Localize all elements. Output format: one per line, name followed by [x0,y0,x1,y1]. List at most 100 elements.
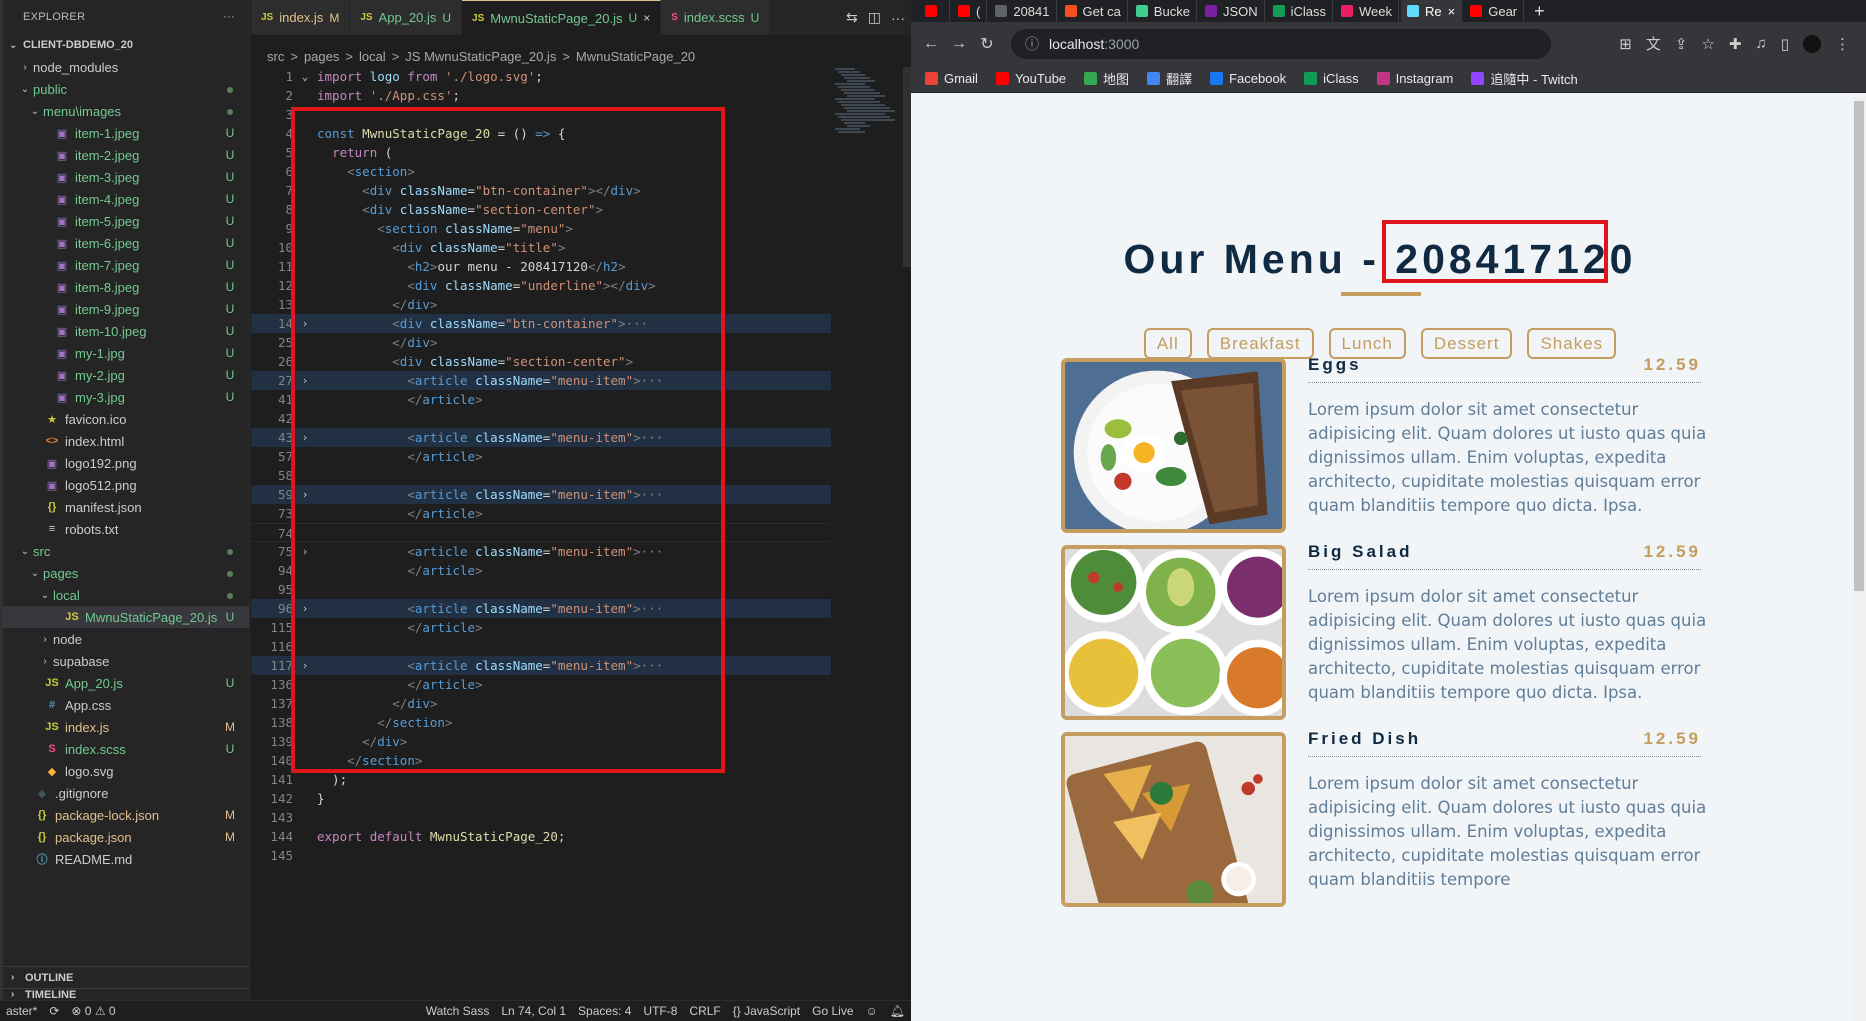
file-item[interactable]: JS index.js M [3,716,249,738]
file-item[interactable]: ▣ logo512.png [3,474,249,496]
filter-button-breakfast[interactable]: Breakfast [1206,328,1314,359]
breadcrumb-item[interactable]: pages [304,49,339,64]
code-line[interactable]: 143 [251,808,831,827]
filter-button-shakes[interactable]: Shakes [1527,328,1617,359]
more-actions-icon[interactable]: ··· [891,10,905,26]
file-item[interactable]: ▣ logo192.png [3,452,249,474]
file-item[interactable]: Sindex.scss U [3,738,249,760]
go-live-button[interactable]: Go Live [806,1004,859,1018]
code-line[interactable]: 144 export default MwnuStaticPage_20; [251,827,831,846]
file-item[interactable]: {} package-lock.json M [3,804,249,826]
feedback-icon[interactable]: ☺ [860,1004,884,1018]
translate-icon[interactable]: 文 [1646,33,1661,54]
code-line[interactable]: 142} [251,789,831,808]
breadcrumb-item[interactable]: MwnuStaticPage_20 [576,49,695,64]
browser-tab[interactable]: Gear [1464,0,1525,22]
new-tab-icon[interactable]: + [1534,1,1545,22]
breadcrumb-item[interactable]: local [359,49,386,64]
folder-item[interactable]: ⌄ public [3,78,249,100]
breadcrumb-item[interactable]: src [267,49,284,64]
watch-sass-button[interactable]: Watch Sass [420,1004,496,1018]
filter-button-all[interactable]: All [1143,328,1192,359]
compare-icon[interactable]: ⇆ [846,9,858,26]
reload-icon[interactable]: ↻ [973,34,1001,54]
bookmark-item[interactable]: 追隨中 - Twitch [1471,69,1578,88]
outline-section[interactable]: › OUTLINE [3,966,249,988]
workspace-root[interactable]: ⌄ CLIENT-DBDEMO_20 [3,34,249,56]
code-line[interactable]: 2 import './App.css'; [251,86,831,105]
sync-icon[interactable]: ⟳ [43,1004,65,1018]
bookmark-item[interactable]: Facebook [1210,71,1286,86]
browser-tab[interactable]: 20841 [989,0,1057,22]
folder-item[interactable]: ⌄ local [3,584,249,606]
file-item[interactable]: JS App_20.js U [3,672,249,694]
file-item[interactable]: ▣ item-3.jpeg U [3,166,249,188]
folder-item[interactable]: ⌄ pages [3,562,249,584]
profile-avatar[interactable] [1803,34,1821,53]
explorer-more-icon[interactable]: ··· [223,11,235,23]
file-item[interactable]: ▣ my-1.jpg U [3,342,249,364]
editor-tab[interactable]: JS App_20.js U [350,0,463,35]
folder-item[interactable]: › supabase [3,650,249,672]
share-icon[interactable]: ⇪ [1675,35,1688,53]
browser-tab[interactable]: ( [952,0,988,22]
editor-tab[interactable]: Sindex.scss U [661,0,771,35]
back-arrow-icon[interactable]: ← [917,35,945,53]
file-item[interactable]: ★ favicon.ico [3,408,249,430]
editor-tab[interactable]: JS index.js M [251,0,351,35]
bookmark-star-icon[interactable]: ☆ [1701,35,1714,53]
bell-icon[interactable]: 🔔︎ [884,1004,911,1018]
site-info-icon[interactable]: ⓘ [1025,34,1039,54]
bookmark-item[interactable]: 翻譯 [1147,69,1192,88]
file-item[interactable]: ▣ my-3.jpg U [3,386,249,408]
install-icon[interactable]: ⊞ [1619,35,1632,53]
file-item[interactable]: ◆ .gitignore [3,782,249,804]
browser-tab[interactable]: iClass [1267,0,1334,22]
side-panel-icon[interactable]: ▯ [1781,35,1789,53]
folder-item[interactable]: ⌄ src [3,540,249,562]
branch-status[interactable]: aster* [0,1004,43,1018]
browser-tab[interactable]: Get ca [1059,0,1128,22]
browser-tab[interactable]: Re × [1401,0,1463,22]
cursor-position[interactable]: Ln 74, Col 1 [495,1004,572,1018]
file-item[interactable]: {} manifest.json [3,496,249,518]
file-item[interactable]: ▣ item-6.jpeg U [3,232,249,254]
file-item[interactable]: ▣ item-7.jpeg U [3,254,249,276]
folder-item[interactable]: › node_modules [3,56,249,78]
file-item[interactable]: JS MwnuStaticPage_20.js U [3,606,249,628]
file-item[interactable]: ▣ my-2.jpg U [3,364,249,386]
code-line[interactable]: 145 [251,846,831,865]
unfold-chevron-icon[interactable]: ⌄ [293,67,317,86]
forward-arrow-icon[interactable]: → [945,35,973,53]
file-item[interactable]: <> index.html [3,430,249,452]
browser-tab[interactable] [919,0,950,22]
file-item[interactable]: ▣ item-8.jpeg U [3,276,249,298]
file-item[interactable]: ▣ item-1.jpeg U [3,122,249,144]
bookmark-item[interactable]: iClass [1304,71,1359,86]
bookmark-item[interactable]: YouTube [995,71,1066,86]
file-item[interactable]: ▣ item-2.jpeg U [3,144,249,166]
bookmark-item[interactable]: 地图 [1084,69,1129,88]
language-mode[interactable]: {} JavaScript [727,1004,806,1018]
file-item[interactable]: ▣ item-9.jpeg U [3,298,249,320]
bookmark-item[interactable]: Instagram [1376,71,1453,86]
folder-item[interactable]: ⌄ menu\images [3,100,249,122]
minimap[interactable] [835,67,895,157]
browser-tab[interactable]: Bucke [1130,0,1197,22]
breadcrumb-item[interactable]: JS MwnuStaticPage_20.js [405,49,556,64]
file-item[interactable]: ▣ item-4.jpeg U [3,188,249,210]
file-item[interactable]: ▣ item-5.jpeg U [3,210,249,232]
editor-tab[interactable]: JS MwnuStaticPage_20.js U × [462,0,662,35]
file-item[interactable]: ◆ logo.svg [3,760,249,782]
file-item[interactable]: {} package.json M [3,826,249,848]
file-item[interactable]: ≡ robots.txt [3,518,249,540]
problems-status[interactable]: ⊗ 0 ⚠ 0 [65,1004,121,1018]
file-item[interactable]: # App.css [3,694,249,716]
media-icon[interactable]: ♫ [1755,35,1766,52]
indentation-status[interactable]: Spaces: 4 [572,1004,637,1018]
menu-kebab-icon[interactable]: ⋮ [1835,35,1850,53]
file-item[interactable]: ▣ item-10.jpeg U [3,320,249,342]
extensions-icon[interactable]: ✚ [1729,35,1742,53]
eol-status[interactable]: CRLF [683,1004,726,1018]
timeline-section[interactable]: › TIMELINE [3,988,249,1000]
